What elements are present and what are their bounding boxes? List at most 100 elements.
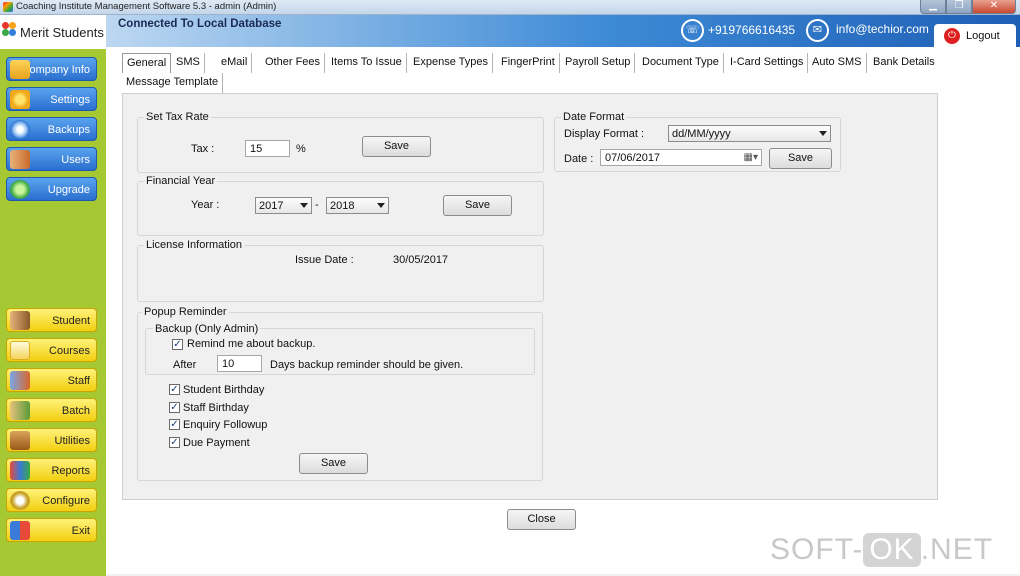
- year-from-value: 2017: [259, 200, 284, 212]
- year-label: Year :: [191, 199, 220, 211]
- financial-year-legend: Financial Year: [144, 175, 218, 187]
- folder-icon: [10, 60, 30, 79]
- tab-document-type[interactable]: Document Type: [638, 53, 724, 73]
- power-icon: ⏻: [944, 28, 960, 44]
- reports-icon: [10, 461, 30, 480]
- tab-icard-settings[interactable]: I-Card Settings: [726, 53, 809, 73]
- nav-backups[interactable]: Backups: [6, 117, 97, 141]
- brand-logo-icon: [2, 22, 17, 40]
- license-legend: License Information: [144, 239, 244, 251]
- nav-label: Exit: [71, 525, 90, 537]
- tax-label: Tax :: [191, 143, 215, 155]
- tab-general[interactable]: General: [122, 53, 172, 73]
- watermark-left: SOFT-: [770, 533, 864, 566]
- calendar-icon: ▦▾: [743, 152, 758, 163]
- popup-save-button[interactable]: Save: [299, 453, 368, 474]
- after-label: After: [173, 359, 197, 371]
- nav-exit[interactable]: Exit: [6, 518, 97, 542]
- remind-backup-checkbox[interactable]: ✓: [172, 339, 183, 350]
- date-picker[interactable]: 07/06/2017 ▦▾: [600, 149, 762, 166]
- display-format-value: dd/MM/yyyy: [672, 128, 731, 140]
- nav-courses[interactable]: Courses: [6, 338, 97, 362]
- close-window-button[interactable]: ✕: [972, 0, 1016, 14]
- main-content: General SMS eMail Other Fees Items To Is…: [106, 47, 1020, 574]
- tab-sms[interactable]: SMS: [172, 53, 205, 73]
- restore-button[interactable]: ❐: [946, 0, 972, 14]
- close-button[interactable]: Close: [507, 509, 576, 530]
- phone-icon: ☏: [681, 19, 704, 42]
- due-payment-label: Due Payment: [183, 437, 250, 449]
- tax-input[interactable]: 15: [245, 140, 290, 157]
- window-controls: ▁ ❐ ✕: [920, 0, 1016, 14]
- nav-label: Backups: [47, 124, 90, 136]
- student-birthday-checkbox[interactable]: ✓: [169, 384, 180, 395]
- header-bar: Connected To Local Database ☏ +919766616…: [106, 15, 1020, 47]
- nav-upgrade[interactable]: Upgrade: [6, 177, 97, 201]
- tax-legend: Set Tax Rate: [144, 111, 211, 123]
- watermark-ok: OK: [863, 533, 921, 567]
- popup-reminder-group: Popup Reminder Backup (Only Admin) ✓ Rem…: [137, 306, 543, 481]
- tab-other-fees[interactable]: Other Fees: [261, 53, 326, 73]
- nav-label: Company Info: [21, 64, 90, 76]
- enquiry-followup-checkbox[interactable]: ✓: [169, 419, 180, 430]
- display-format-label: Display Format :: [564, 128, 645, 140]
- nav-company-info[interactable]: Company Info: [6, 57, 97, 81]
- due-payment-checkbox[interactable]: ✓: [169, 437, 180, 448]
- mail-icon: ✉: [806, 19, 829, 42]
- window-titlebar: Coaching Institute Management Software 5…: [0, 0, 1020, 15]
- tab-fingerprint[interactable]: FingerPrint: [497, 53, 560, 73]
- year-from-select[interactable]: 2017: [255, 197, 312, 214]
- tab-expense-types[interactable]: Expense Types: [409, 53, 494, 73]
- financial-year-group: Financial Year Year : 2017 - 2018 Save: [137, 175, 544, 236]
- nav-settings[interactable]: Settings: [6, 87, 97, 111]
- nav-batch[interactable]: Batch: [6, 398, 97, 422]
- tax-group: Set Tax Rate Tax : 15 % Save: [137, 111, 544, 173]
- tab-payroll-setup[interactable]: Payroll Setup: [561, 53, 636, 73]
- refresh-icon: [10, 180, 30, 199]
- minimize-button[interactable]: ▁: [920, 0, 946, 14]
- tab-email[interactable]: eMail: [217, 53, 253, 73]
- backup-group: Backup (Only Admin) ✓ Remind me about ba…: [145, 323, 535, 375]
- nav-utilities[interactable]: Utilities: [6, 428, 97, 452]
- year-save-button[interactable]: Save: [443, 195, 512, 216]
- remind-backup-label: Remind me about backup.: [187, 338, 316, 350]
- backup-legend: Backup (Only Admin): [153, 323, 261, 335]
- users-icon: [10, 150, 30, 169]
- staff-birthday-checkbox[interactable]: ✓: [169, 402, 180, 413]
- nav-reports[interactable]: Reports: [6, 458, 97, 482]
- tab-bank-details[interactable]: Bank Details: [869, 53, 939, 73]
- exit-icon: [10, 521, 30, 540]
- tax-save-button[interactable]: Save: [362, 136, 431, 157]
- brand: Merit Students: [0, 15, 106, 49]
- year-to-select[interactable]: 2018: [326, 197, 389, 214]
- nav-label: Utilities: [54, 435, 90, 447]
- students-icon: [10, 311, 30, 330]
- logout-button[interactable]: ⏻ Logout: [934, 24, 1016, 48]
- gear-icon: [10, 491, 30, 510]
- nav-users[interactable]: Users: [6, 147, 97, 171]
- date-value: 07/06/2017: [605, 152, 661, 164]
- nav-staff[interactable]: Staff: [6, 368, 97, 392]
- batch-icon: [10, 401, 30, 420]
- staff-birthday-label: Staff Birthday: [183, 402, 249, 414]
- nav-student[interactable]: Student: [6, 308, 97, 332]
- backup-days-input[interactable]: 10: [217, 355, 262, 372]
- tab-items-to-issue[interactable]: Items To Issue: [327, 53, 407, 73]
- display-format-select[interactable]: dd/MM/yyyy: [668, 125, 831, 142]
- watermark: SOFT- OK .NET: [770, 533, 993, 567]
- tab-auto-sms[interactable]: Auto SMS: [808, 53, 867, 73]
- toolbox-icon: [10, 431, 30, 450]
- nav-label: Batch: [61, 405, 90, 417]
- app-icon: [3, 2, 13, 12]
- issue-date-value: 30/05/2017: [393, 254, 449, 266]
- nav-label: Users: [61, 154, 90, 166]
- tab-message-template[interactable]: Message Template: [122, 73, 224, 93]
- date-save-button[interactable]: Save: [769, 148, 832, 169]
- nav-configure[interactable]: Configure: [6, 488, 97, 512]
- issue-date-label: Issue Date :: [295, 254, 354, 266]
- watermark-right: .NET: [920, 533, 994, 566]
- contact-email: info@techior.com: [836, 22, 929, 36]
- contact-phone: +919766616435: [708, 23, 796, 37]
- window-title: Coaching Institute Management Software 5…: [16, 1, 277, 12]
- disc-icon: [10, 120, 30, 139]
